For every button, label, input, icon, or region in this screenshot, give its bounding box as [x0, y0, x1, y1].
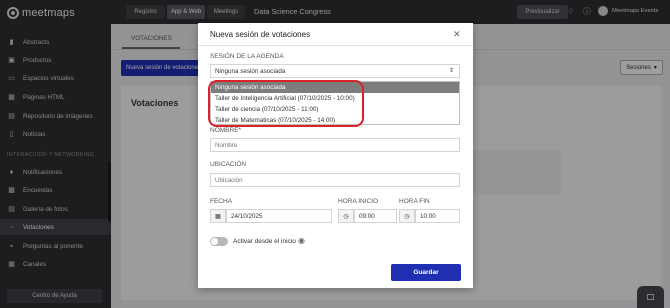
divider: [198, 45, 473, 46]
activate-label: Activar desde el inicio: [233, 238, 296, 245]
end-time-input[interactable]: 10:00: [415, 209, 460, 223]
eye-icon[interactable]: ◉: [298, 236, 305, 245]
calendar-icon[interactable]: ▦: [210, 209, 226, 223]
date-label: FECHA: [210, 198, 233, 205]
start-time-input[interactable]: 09:00: [354, 209, 397, 223]
end-time-label: HORA FIN: [399, 198, 430, 205]
agenda-session-select[interactable]: Ninguna sesión asociada ⇕: [210, 64, 460, 78]
modal-title: Nueva sesión de votaciones: [210, 30, 311, 39]
chat-icon[interactable]: □: [637, 286, 664, 308]
agenda-session-value: Ninguna sesión asociada: [215, 67, 286, 75]
save-button[interactable]: Guardar: [391, 264, 461, 281]
activate-toggle[interactable]: [210, 237, 228, 246]
name-input[interactable]: [210, 138, 460, 152]
new-session-modal: Nueva sesión de votaciones ✕ SESIÓN DE L…: [198, 23, 473, 288]
location-label: UBICACIÓN: [210, 161, 247, 168]
agenda-session-label: SESIÓN DE LA AGENDA: [210, 53, 284, 60]
name-label: NOMBRE*: [210, 127, 242, 134]
clock-icon[interactable]: ◷: [338, 209, 354, 223]
date-input[interactable]: 24/10/2025: [226, 209, 332, 223]
select-arrows-icon: ⇕: [448, 68, 454, 74]
annotation-highlight: [208, 80, 364, 127]
close-icon[interactable]: ✕: [453, 29, 461, 40]
location-input[interactable]: [210, 173, 460, 187]
clock-icon[interactable]: ◷: [399, 209, 415, 223]
start-time-label: HORA INICIO: [338, 198, 379, 205]
